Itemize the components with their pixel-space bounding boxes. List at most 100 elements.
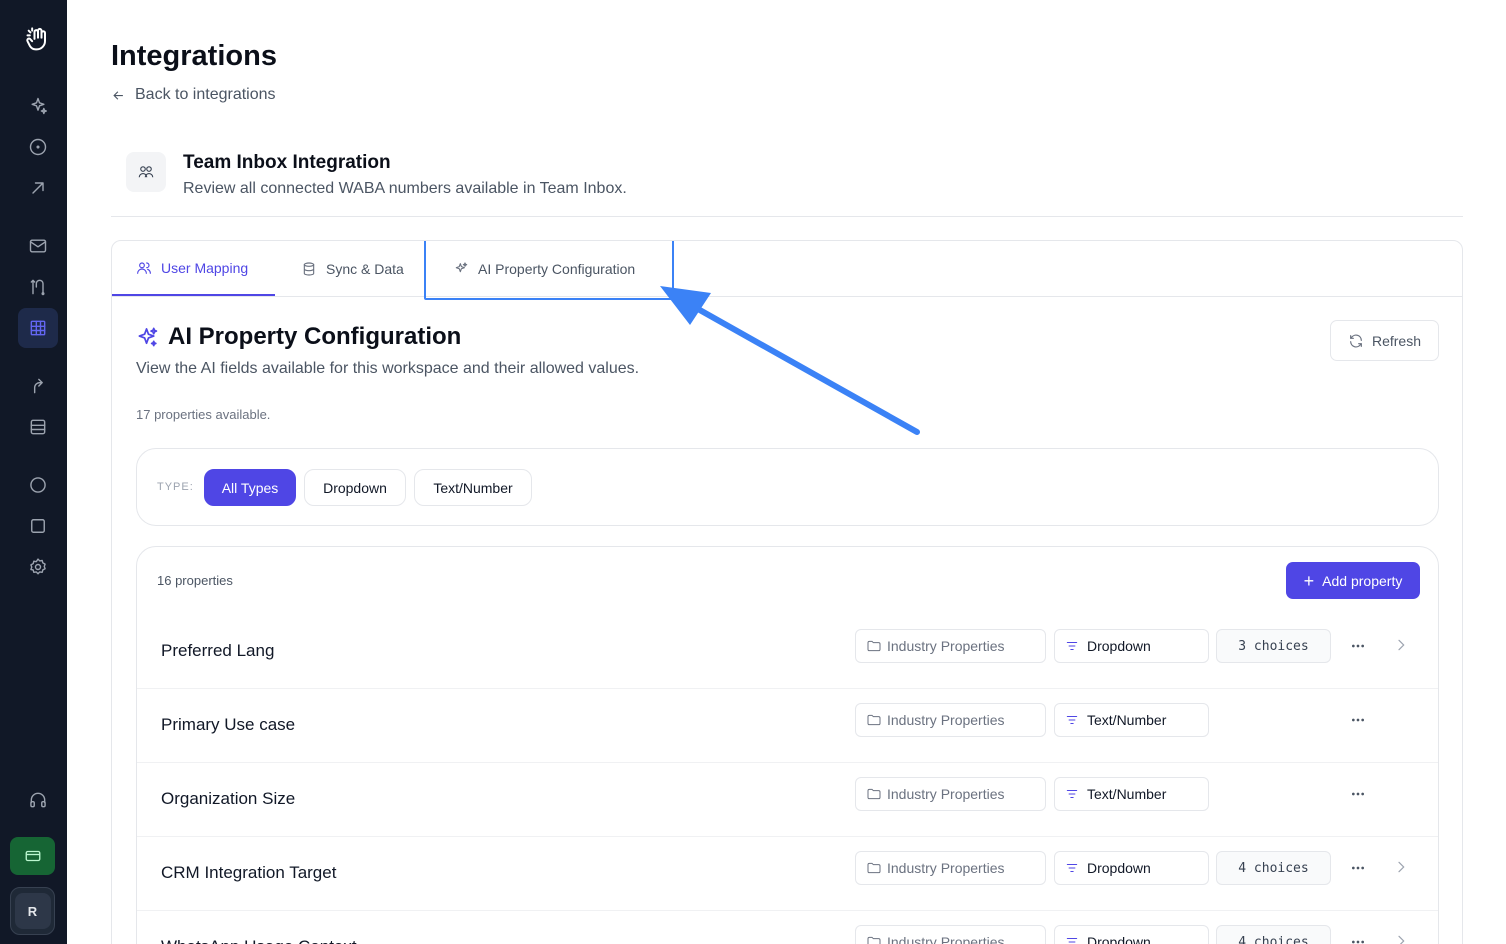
type-filter-panel: TYPE: All Types Dropdown Text/Number bbox=[136, 448, 1439, 526]
folder-icon bbox=[867, 788, 881, 800]
integration-title: Team Inbox Integration bbox=[183, 152, 391, 173]
header-divider bbox=[111, 216, 1463, 217]
type-badge: Dropdown bbox=[1054, 851, 1209, 885]
type-badge: Text/Number bbox=[1054, 703, 1209, 737]
property-name: Primary Use case bbox=[161, 715, 296, 734]
plus-icon: + bbox=[1303, 570, 1315, 591]
property-name: CRM Integration Target bbox=[161, 863, 337, 882]
choices-badge[interactable]: 4 choices bbox=[1216, 925, 1331, 944]
tab-user-mapping[interactable]: User Mapping bbox=[112, 241, 275, 296]
ellipsis-icon bbox=[1352, 866, 1364, 870]
category-badge: Industry Properties bbox=[855, 703, 1046, 737]
more-options-button[interactable] bbox=[1345, 785, 1371, 803]
ellipsis-icon bbox=[1352, 718, 1364, 722]
credit-card-icon bbox=[25, 850, 40, 862]
chevron-right-icon bbox=[1398, 639, 1405, 651]
app-root: R Integrations Back to integrations Team… bbox=[0, 0, 1506, 944]
expand-row-button[interactable] bbox=[1393, 637, 1411, 655]
back-to-integrations-link[interactable]: Back to integrations bbox=[111, 86, 276, 104]
type-label: Dropdown bbox=[1087, 638, 1151, 654]
headphones-nav-icon[interactable] bbox=[18, 780, 58, 820]
property-row[interactable]: CRM Integration Target Industry Propertie… bbox=[137, 837, 1438, 911]
filter-lines-icon bbox=[1066, 641, 1078, 651]
category-label: Industry Properties bbox=[887, 860, 1005, 876]
type-label: Dropdown bbox=[1087, 934, 1151, 944]
refresh-icon bbox=[1350, 334, 1362, 347]
category-badge: Industry Properties bbox=[855, 851, 1046, 885]
category-label: Industry Properties bbox=[887, 786, 1005, 802]
category-label: Industry Properties bbox=[887, 638, 1005, 654]
route-nav-icon[interactable] bbox=[18, 267, 58, 307]
back-link-label: Back to integrations bbox=[135, 86, 276, 103]
billing-card-button[interactable] bbox=[10, 837, 55, 875]
app-logo-icon[interactable] bbox=[18, 20, 58, 60]
filter-chip-text-number[interactable]: Text/Number bbox=[414, 469, 532, 506]
section-description: View the AI fields available for this wo… bbox=[136, 360, 640, 377]
tab-ai-property-configuration[interactable]: AI Property Configuration bbox=[453, 241, 635, 296]
type-label: Text/Number bbox=[1087, 786, 1167, 802]
integration-subtitle: Review all connected WABA numbers availa… bbox=[183, 180, 627, 197]
folder-icon bbox=[867, 640, 881, 652]
property-row[interactable]: Primary Use case Industry Properties Text/… bbox=[137, 689, 1438, 763]
table-nav-icon[interactable] bbox=[18, 407, 58, 447]
filter-lines-icon bbox=[1066, 715, 1078, 725]
corner-up-nav-icon[interactable] bbox=[18, 366, 58, 406]
folder-icon bbox=[867, 714, 881, 726]
category-badge: Industry Properties bbox=[855, 777, 1046, 811]
more-options-button[interactable] bbox=[1345, 637, 1371, 655]
add-property-button[interactable]: + Add property bbox=[1286, 562, 1420, 599]
tab-label: User Mapping bbox=[161, 259, 249, 276]
arrow-left-icon bbox=[113, 90, 123, 100]
expand-row-button[interactable] bbox=[1393, 933, 1411, 944]
ellipsis-icon bbox=[1352, 644, 1364, 648]
category-label: Industry Properties bbox=[887, 712, 1005, 728]
sparkles-nav-icon[interactable] bbox=[18, 86, 58, 126]
settings-nav-icon[interactable] bbox=[18, 547, 58, 587]
expand-row-button[interactable] bbox=[1393, 859, 1411, 877]
tab-label: Sync & Data bbox=[326, 260, 404, 277]
avatar-initial: R bbox=[14, 893, 51, 929]
add-property-label: Add property bbox=[1322, 572, 1403, 589]
filter-label: TYPE: bbox=[157, 481, 194, 493]
folder-icon bbox=[867, 862, 881, 874]
tab-sync-data[interactable]: Sync & Data bbox=[301, 241, 404, 296]
mail-nav-icon[interactable] bbox=[18, 226, 58, 266]
more-options-button[interactable] bbox=[1345, 711, 1371, 729]
more-options-button[interactable] bbox=[1345, 859, 1371, 877]
more-options-button[interactable] bbox=[1345, 933, 1371, 944]
category-label: Industry Properties bbox=[887, 934, 1005, 944]
database-icon bbox=[303, 261, 315, 276]
filter-chip-dropdown[interactable]: Dropdown bbox=[304, 469, 406, 506]
ellipsis-icon bbox=[1352, 940, 1364, 944]
section-title: AI Property Configuration bbox=[168, 323, 462, 350]
property-row[interactable]: Preferred Lang Industry Properties Dropdow… bbox=[137, 615, 1438, 689]
sidebar: R bbox=[0, 0, 67, 944]
choices-badge[interactable]: 3 choices bbox=[1216, 629, 1331, 663]
tab-label: AI Property Configuration bbox=[478, 260, 636, 277]
ellipsis-icon bbox=[1352, 792, 1364, 796]
integration-header: Team Inbox Integration Review all connec… bbox=[126, 152, 627, 198]
property-row[interactable]: WhatsApp Usage Context Industry Propertie… bbox=[137, 911, 1438, 944]
property-row[interactable]: Organization Size Industry Properties Text… bbox=[137, 763, 1438, 837]
users-icon bbox=[137, 261, 151, 274]
tab-bar: User Mapping Sync & Data AI Property Con… bbox=[112, 241, 1462, 300]
refresh-label: Refresh bbox=[1371, 332, 1422, 349]
grid-nav-icon[interactable] bbox=[18, 308, 58, 348]
circle-nav-icon[interactable] bbox=[18, 465, 58, 505]
type-badge: Dropdown bbox=[1054, 925, 1209, 944]
arrow-up-right-nav-icon[interactable] bbox=[18, 168, 58, 208]
filter-chip-all-types[interactable]: All Types bbox=[204, 469, 296, 506]
properties-available-count: 17 properties available. bbox=[136, 407, 271, 422]
type-badge: Text/Number bbox=[1054, 777, 1209, 811]
circle-dot-nav-icon[interactable] bbox=[18, 127, 58, 167]
choices-badge[interactable]: 4 choices bbox=[1216, 851, 1331, 885]
filter-lines-icon bbox=[1066, 863, 1078, 873]
square-nav-icon[interactable] bbox=[18, 506, 58, 546]
filter-lines-icon bbox=[1066, 937, 1078, 943]
refresh-button[interactable]: Refresh bbox=[1330, 320, 1439, 361]
user-avatar-button[interactable]: R bbox=[10, 887, 55, 935]
folder-icon bbox=[867, 936, 881, 944]
integration-icon bbox=[126, 152, 166, 192]
property-name: Preferred Lang bbox=[161, 641, 275, 660]
filter-lines-icon bbox=[1066, 789, 1078, 799]
